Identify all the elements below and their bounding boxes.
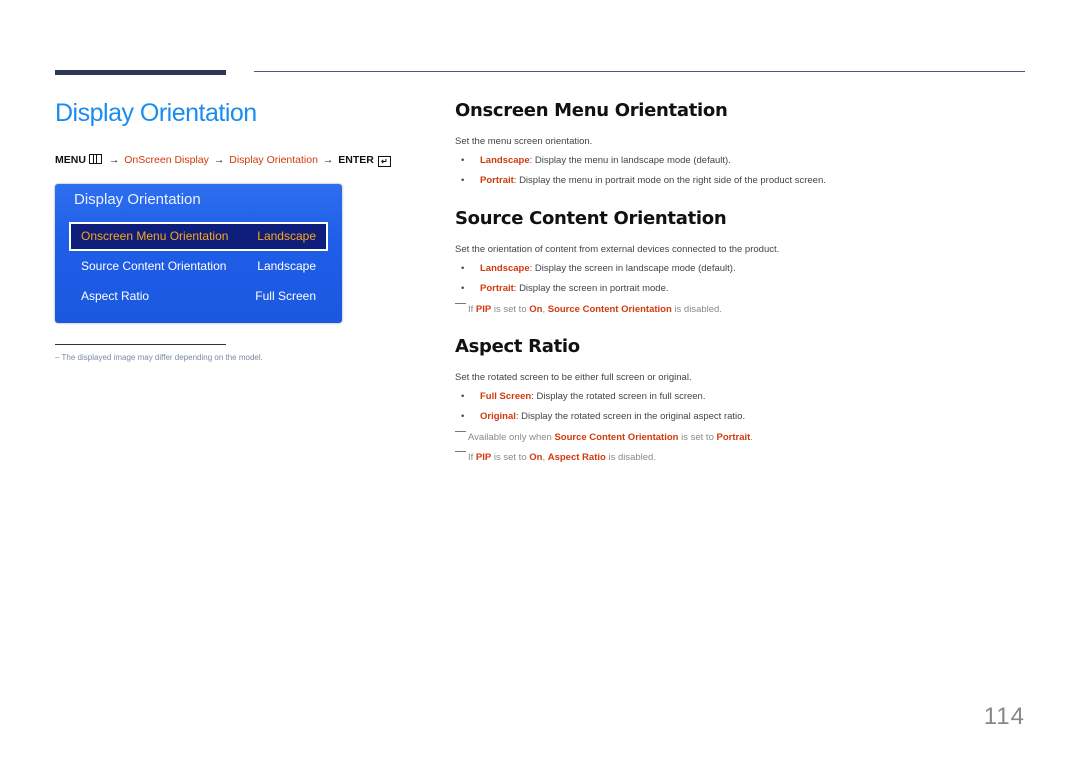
section-heading: Source Content Orientation: [455, 208, 727, 229]
note-text: .: [750, 432, 753, 443]
term: Original: [480, 411, 516, 422]
osd-item-aspect-ratio[interactable]: Aspect Ratio Full Screen: [71, 284, 326, 309]
osd-item-label: Source Content Orientation: [81, 259, 227, 273]
header-accent-bar: [55, 70, 226, 75]
bullet: •: [461, 175, 465, 186]
section-aspect-ratio: Aspect Ratio: [455, 336, 580, 357]
note-text: If: [468, 452, 476, 463]
section-source-content-orientation: Source Content Orientation: [455, 208, 727, 229]
note: Available only when Source Content Orien…: [455, 431, 753, 443]
menu-step-display-orientation: Display Orientation: [229, 154, 318, 166]
section-body: Set the orientation of content from exte…: [455, 244, 1055, 324]
bullet: •: [461, 391, 465, 402]
note-text: Available only when: [468, 432, 555, 443]
note-dash: [455, 431, 466, 432]
term-desc: : Display the rotated screen in full scr…: [531, 391, 706, 402]
footnote: – The displayed image may differ dependi…: [55, 353, 263, 362]
section-heading: Onscreen Menu Orientation: [455, 100, 728, 121]
list-item: • Portrait: Display the menu in portrait …: [455, 175, 826, 186]
section-body: Set the menu screen orientation. • Landsc…: [455, 136, 1055, 196]
note-term: PIP: [475, 304, 492, 315]
osd-item-value: Landscape: [257, 259, 316, 273]
menu-path: MENU → OnScreen Display → Display Orient…: [55, 154, 391, 167]
osd-item-label: Onscreen Menu Orientation: [81, 229, 229, 243]
enter-label: ENTER: [338, 154, 374, 166]
note-dash: [455, 303, 466, 304]
section-desc: Set the menu screen orientation.: [455, 136, 593, 147]
osd-item-label: Aspect Ratio: [81, 289, 150, 303]
arrow: →: [108, 154, 120, 166]
menu-grid-icon: [88, 154, 102, 164]
note-dash: [455, 451, 466, 452]
note: If PIP is set to On, Aspect Ratio is dis…: [455, 451, 656, 463]
note-term: Aspect Ratio: [547, 452, 606, 463]
note-term: PIP: [475, 452, 492, 463]
section-heading: Aspect Ratio: [455, 336, 580, 357]
osd-menu-panel: Display Orientation Onscreen Menu Orient…: [55, 184, 342, 323]
note-text: is set to: [491, 452, 530, 463]
footnote-dash: –: [55, 353, 60, 362]
note-term: On: [529, 304, 543, 315]
section-desc: Set the orientation of content from exte…: [455, 244, 780, 255]
note-text: is disabled.: [671, 304, 722, 315]
term: Portrait: [480, 175, 514, 186]
bullet: •: [461, 263, 465, 274]
note-text: is set to: [678, 432, 717, 443]
list-item: • Original: Display the rotated screen in…: [455, 411, 745, 422]
term-desc: : Display the rotated screen in the orig…: [515, 411, 746, 422]
term: Landscape: [480, 263, 530, 274]
term: Portrait: [480, 283, 514, 294]
note-term: On: [529, 452, 543, 463]
section-body: Set the rotated screen to be either full…: [455, 372, 1055, 472]
term-desc: : Display the screen in landscape mode (…: [529, 263, 736, 274]
arrow: →: [213, 154, 225, 166]
osd-item-source-content-orientation[interactable]: Source Content Orientation Landscape: [71, 254, 326, 279]
enter-icon: ↵: [377, 156, 391, 167]
note-text: is disabled.: [605, 452, 656, 463]
menu-step-onscreen-display: OnScreen Display: [124, 154, 209, 166]
menu-label: MENU: [55, 154, 86, 166]
footnote-rule: [55, 344, 226, 345]
footnote-text: The displayed image may differ depending…: [61, 353, 263, 362]
osd-item-value: Full Screen: [255, 289, 316, 303]
arrow: →: [322, 154, 334, 166]
term: Full Screen: [480, 391, 532, 402]
page-title: Display Orientation: [55, 99, 257, 127]
bullet: •: [461, 283, 465, 294]
osd-title: Display Orientation: [74, 191, 201, 208]
term-desc: : Display the menu in landscape mode (de…: [529, 155, 731, 166]
osd-item-onscreen-menu-orientation[interactable]: Onscreen Menu Orientation Landscape: [69, 222, 328, 251]
term-desc: : Display the menu in portrait mode on t…: [513, 175, 826, 186]
note-text: is set to: [491, 304, 530, 315]
header-rule: [254, 71, 1025, 72]
list-item: • Portrait: Display the screen in portrai…: [455, 283, 669, 294]
list-item: • Landscape: Display the menu in landscap…: [455, 155, 731, 166]
osd-item-value: Landscape: [257, 229, 316, 243]
note: If PIP is set to On, Source Content Orie…: [455, 303, 722, 315]
note-term: Portrait: [716, 432, 751, 443]
list-item: • Landscape: Display the screen in landsc…: [455, 263, 736, 274]
section-desc: Set the rotated screen to be either full…: [455, 372, 692, 383]
section-onscreen-menu-orientation: Onscreen Menu Orientation: [455, 100, 728, 121]
list-item: • Full Screen: Display the rotated screen…: [455, 391, 705, 402]
term: Landscape: [480, 155, 530, 166]
term-desc: : Display the screen in portrait mode.: [513, 283, 669, 294]
page-number: 114: [983, 703, 1025, 730]
bullet: •: [461, 155, 465, 166]
note-term: Source Content Orientation: [547, 304, 672, 315]
note-term: Source Content Orientation: [554, 432, 679, 443]
note-text: If: [468, 304, 476, 315]
bullet: •: [461, 411, 465, 422]
